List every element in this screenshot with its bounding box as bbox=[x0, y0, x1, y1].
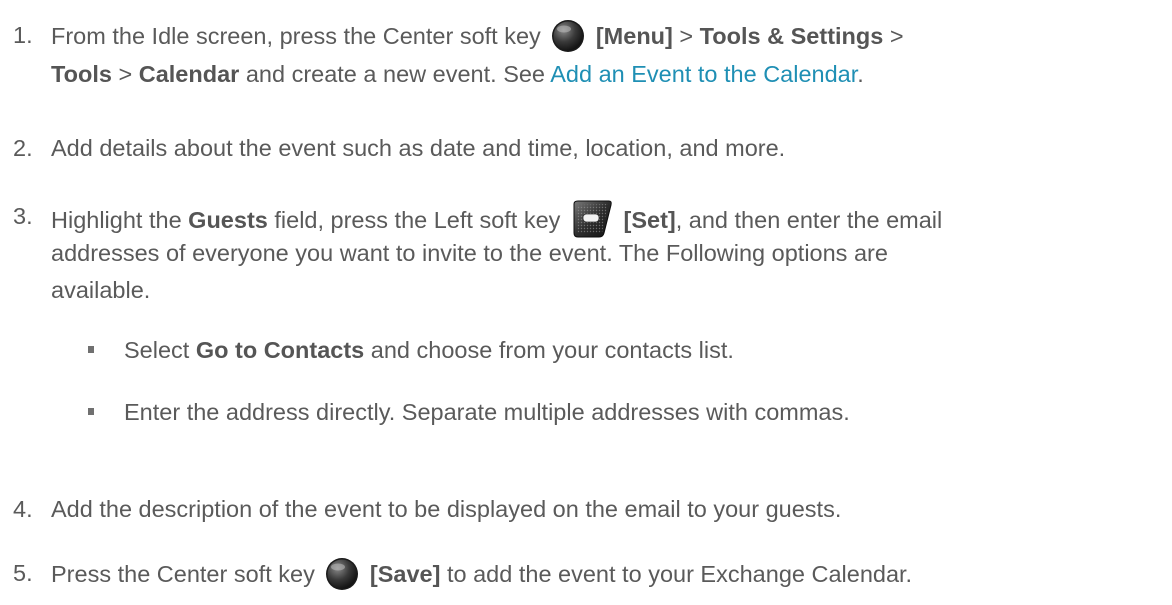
bullet-text: Enter the address directly. Separate mul… bbox=[124, 399, 850, 425]
center-soft-key-icon bbox=[326, 558, 359, 590]
menu-path-tools: Tools bbox=[51, 61, 112, 87]
save-key-label: [Save] bbox=[369, 561, 441, 587]
step-text: Highlight the bbox=[51, 207, 189, 233]
step-text: . bbox=[857, 61, 864, 87]
step-number: 2. bbox=[13, 135, 33, 161]
bullet-icon bbox=[88, 346, 94, 353]
separator: > bbox=[672, 23, 700, 49]
go-to-contacts-label: Go to Contacts bbox=[195, 337, 365, 363]
bullet-text: Select bbox=[124, 337, 196, 363]
step-text: addresses of everyone you want to invite… bbox=[51, 240, 888, 266]
step-1: 1. From the Idle screen, press the Cente… bbox=[0, 19, 1172, 90]
separator: > bbox=[111, 61, 139, 87]
guests-field-label: Guests bbox=[188, 207, 268, 233]
step-2: 2. Add details about the event such as d… bbox=[0, 132, 1172, 164]
step-number: 5. bbox=[13, 560, 33, 586]
separator: > bbox=[883, 23, 904, 49]
bullet-text: and choose from your contacts list. bbox=[364, 337, 734, 363]
step-text: Add details about the event such as date… bbox=[51, 135, 786, 161]
step-3: 3. Highlight the Guests field, press the… bbox=[0, 200, 1172, 428]
step-5: 5. Press the Center soft key [Save] to a… bbox=[0, 557, 1172, 590]
step-number: 1. bbox=[13, 22, 33, 48]
step-text: Add the description of the event to be d… bbox=[51, 496, 842, 522]
menu-path-tools-settings: Tools & Settings bbox=[699, 23, 884, 49]
step-text: field, press the Left soft key bbox=[267, 207, 561, 233]
step-4: 4. Add the description of the event to b… bbox=[0, 493, 1172, 525]
step-text: , and then enter the email bbox=[675, 207, 943, 233]
add-event-link[interactable]: Add an Event to the Calendar bbox=[550, 61, 857, 87]
center-soft-key-icon bbox=[552, 20, 585, 52]
bullet-icon bbox=[88, 408, 94, 415]
step-text: Press the Center soft key bbox=[51, 561, 315, 587]
step-text: available. bbox=[51, 277, 151, 303]
menu-key-label: [Menu] bbox=[595, 23, 673, 49]
step-text: From the Idle screen, press the Center s… bbox=[51, 23, 541, 49]
list-item: Enter the address directly. Separate mul… bbox=[0, 396, 1172, 428]
step-number: 4. bbox=[13, 496, 33, 522]
left-soft-key-icon bbox=[573, 200, 612, 238]
menu-path-calendar: Calendar bbox=[138, 61, 240, 87]
step-text: and create a new event. See bbox=[239, 61, 551, 87]
step-text: to add the event to your Exchange Calend… bbox=[440, 561, 913, 587]
set-key-label: [Set] bbox=[623, 207, 676, 233]
list-item: Select Go to Contacts and choose from yo… bbox=[0, 334, 1172, 366]
step-number: 3. bbox=[13, 203, 33, 229]
